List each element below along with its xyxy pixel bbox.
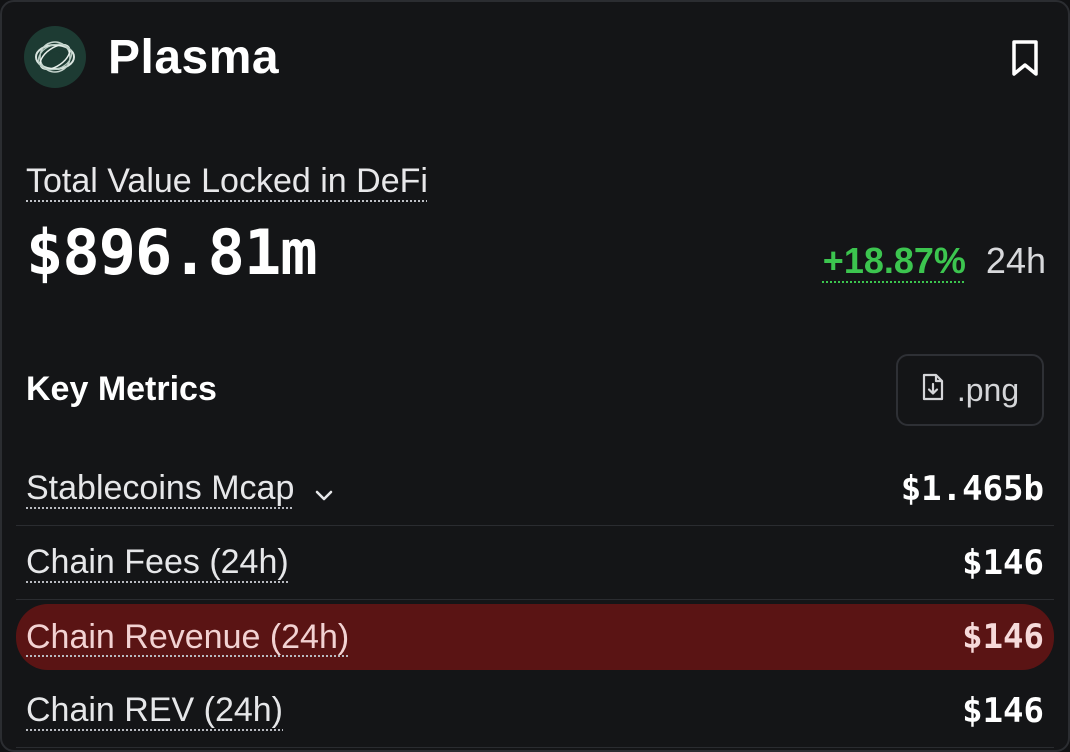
chain-name: Plasma [108, 30, 280, 84]
plasma-logo-icon [24, 26, 86, 88]
metric-value-chain-revenue: $146 [962, 617, 1044, 657]
metric-label-text: Stablecoins Mcap [26, 469, 295, 507]
metric-label-stablecoins-mcap[interactable]: Stablecoins Mcap [26, 469, 336, 508]
tvl-label[interactable]: Total Value Locked in DeFi [26, 162, 428, 201]
tvl-change-period: 24h [985, 240, 1046, 281]
key-metrics-list: Stablecoins Mcap $1.465b Chain Fees (24h… [16, 452, 1054, 748]
metric-value-chain-fees: $146 [962, 542, 1044, 583]
tvl-value: $896.81m [26, 216, 318, 289]
download-png-label: .png [956, 371, 1020, 408]
metric-label-chain-revenue[interactable]: Chain Revenue (24h) [26, 618, 349, 657]
metric-label-chain-rev[interactable]: Chain REV (24h) [26, 691, 283, 730]
chain-overview-card: Plasma Total Value Locked in DeFi $896.8… [0, 0, 1070, 752]
tvl-change-percent[interactable]: +18.87% [823, 240, 966, 282]
download-png-button[interactable]: .png [896, 354, 1044, 426]
metric-row-chain-rev[interactable]: Chain REV (24h) $146 [16, 674, 1054, 748]
metric-value-stablecoins-mcap: $1.465b [900, 468, 1044, 509]
tvl-change: +18.87% 24h [823, 240, 1046, 282]
metric-label-chain-fees[interactable]: Chain Fees (24h) [26, 543, 289, 582]
metric-row-chain-revenue[interactable]: Chain Revenue (24h) $146 [16, 604, 1054, 670]
file-download-icon [921, 372, 945, 409]
key-metrics-title: Key Metrics [26, 370, 217, 408]
metric-value-chain-rev: $146 [962, 690, 1044, 731]
chain-header: Plasma [24, 26, 279, 88]
metric-row-chain-fees[interactable]: Chain Fees (24h) $146 [16, 526, 1054, 600]
chevron-down-icon[interactable] [312, 477, 336, 501]
metric-row-stablecoins-mcap[interactable]: Stablecoins Mcap $1.465b [16, 452, 1054, 526]
bookmark-icon[interactable] [1008, 38, 1042, 78]
